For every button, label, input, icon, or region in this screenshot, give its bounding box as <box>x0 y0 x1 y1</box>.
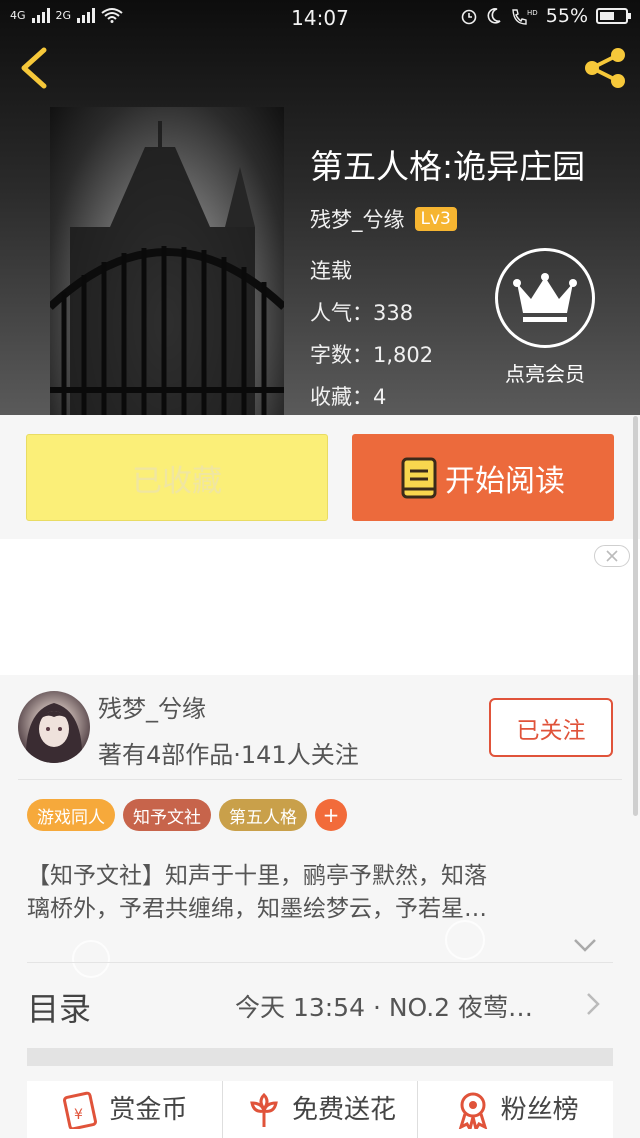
close-icon <box>606 550 618 562</box>
back-button[interactable] <box>14 46 58 90</box>
favorites-label: 收藏： <box>310 385 373 409</box>
divider <box>18 779 622 780</box>
book-icon <box>401 457 437 498</box>
chevron-right-icon <box>587 993 600 1015</box>
scrollbar[interactable] <box>633 416 638 816</box>
flower-icon <box>250 1092 278 1127</box>
cover-art-image <box>50 121 284 415</box>
medal-icon <box>458 1092 487 1129</box>
status-bar: 4G 2G 14:07 HD 55% <box>0 0 640 34</box>
ad-banner[interactable] <box>0 539 640 675</box>
chevron-down-icon <box>574 939 596 952</box>
svg-text:HD: HD <box>527 9 538 17</box>
tag-list: 游戏同人 知予文社 第五人格 + <box>27 799 347 831</box>
latest-chapter: 今天 13:54 · NO.2 夜莺… <box>235 993 533 1022</box>
book-author-line: 残梦_兮缘 Lv3 <box>310 204 457 234</box>
coin-envelope-icon: ¥ <box>63 1091 98 1129</box>
book-author-name[interactable]: 残梦_兮缘 <box>310 204 405 234</box>
follow-button[interactable]: 已关注 <box>489 698 613 757</box>
author-avatar[interactable] <box>18 691 90 763</box>
favorites-value: 4 <box>373 385 387 409</box>
avatar-image <box>25 703 83 763</box>
book-cover[interactable] <box>50 107 284 415</box>
divider <box>27 962 613 963</box>
popularity-label: 人气： <box>310 301 373 325</box>
vip-button[interactable]: 点亮会员 <box>490 248 600 388</box>
description-line: 璃桥外，予君共缠绵，知墨绘梦云，予若星… <box>27 896 487 922</box>
ad-close-button[interactable] <box>594 545 630 567</box>
add-tag-button[interactable]: + <box>315 799 347 831</box>
send-flower-button[interactable]: 免费送花 <box>223 1081 419 1138</box>
start-reading-label: 开始阅读 <box>445 463 565 499</box>
crown-icon <box>495 248 595 348</box>
tag-chip[interactable]: 游戏同人 <box>27 799 115 831</box>
svg-text:¥: ¥ <box>74 1107 83 1123</box>
tag-chip[interactable]: 第五人格 <box>219 799 307 831</box>
words-label: 字数： <box>310 343 373 367</box>
author-level-badge: Lv3 <box>414 207 457 231</box>
popularity-value: 338 <box>373 301 414 325</box>
chevron-left-icon <box>21 47 47 89</box>
send-flower-label: 免费送花 <box>292 1095 397 1125</box>
battery-percent: 55% <box>545 5 588 27</box>
phone-hd-icon: HD <box>512 9 538 25</box>
book-popularity: 人气：338 <box>310 297 413 327</box>
section-separator <box>27 1048 613 1066</box>
table-of-contents-row[interactable]: 目录 今天 13:54 · NO.2 夜莺… <box>27 970 613 1040</box>
share-icon <box>585 48 625 88</box>
battery-icon <box>596 8 631 24</box>
toc-title: 目录 <box>27 990 92 1028</box>
start-reading-button[interactable]: 开始阅读 <box>352 434 614 521</box>
book-description[interactable]: 【知予文社】知声于十里，鹂亭予默然，知落 璃桥外，予君共缠绵，知墨绘梦云，予若星… <box>27 860 607 926</box>
tag-chip[interactable]: 知予文社 <box>123 799 211 831</box>
touch-ripple <box>445 920 485 960</box>
book-word-count: 字数：1,802 <box>310 339 433 369</box>
vip-label: 点亮会员 <box>505 362 585 386</box>
moon-icon <box>487 8 501 24</box>
book-header: 4G 2G 14:07 HD 55% 第五人格:诡异庄园 残梦_兮缘 Lv3 连… <box>0 0 640 415</box>
tip-coins-label: 赏金币 <box>109 1095 188 1125</box>
book-title: 第五人格:诡异庄园 <box>310 147 586 186</box>
author-stats: 著有4部作品·141人关注 <box>98 741 359 769</box>
expand-description-button[interactable] <box>572 935 598 955</box>
book-favorites: 收藏：4 <box>310 381 386 411</box>
description-line: 【知予文社】知声于十里，鹂亭予默然，知落 <box>27 863 487 889</box>
bottom-action-bar: ¥ 赏金币 免费送花 粉丝榜 <box>27 1081 613 1138</box>
collected-button[interactable]: 已收藏 <box>26 434 328 521</box>
book-status: 连载 <box>310 259 352 283</box>
action-bar: 已收藏 开始阅读 <box>0 415 640 539</box>
tip-coins-button[interactable]: ¥ 赏金币 <box>27 1081 223 1138</box>
author-name[interactable]: 残梦_兮缘 <box>98 689 206 724</box>
share-button[interactable] <box>580 46 630 90</box>
system-indicators: HD 55% <box>460 5 631 27</box>
fan-ranking-button[interactable]: 粉丝榜 <box>418 1081 613 1138</box>
alarm-icon <box>461 9 477 25</box>
fan-ranking-label: 粉丝榜 <box>500 1095 579 1125</box>
author-section: 残梦_兮缘 著有4部作品·141人关注 已关注 游戏同人 知予文社 第五人格 +… <box>0 675 640 1138</box>
words-value: 1,802 <box>373 343 434 367</box>
